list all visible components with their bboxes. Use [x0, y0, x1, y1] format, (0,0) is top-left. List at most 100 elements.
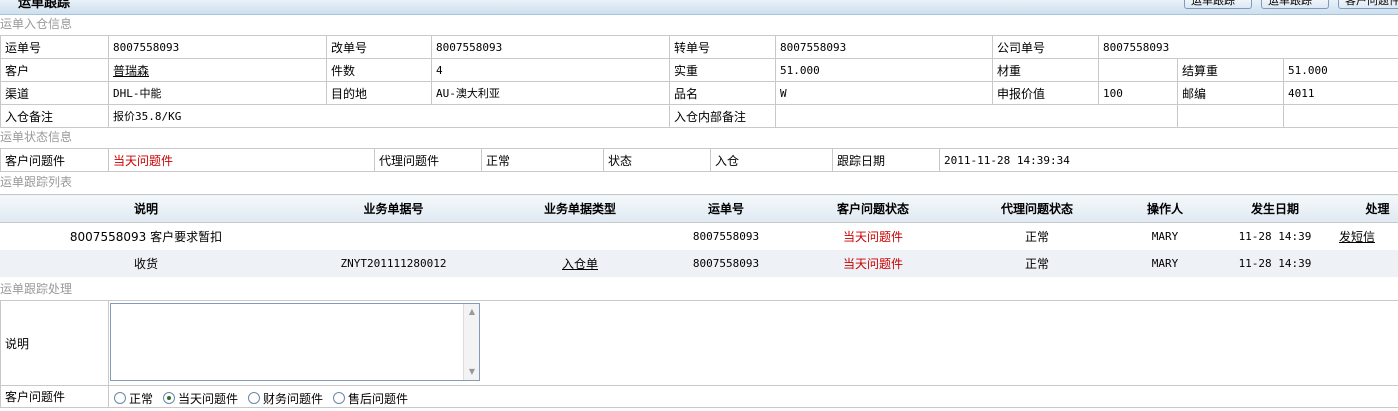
radio-label: 当天问题件: [178, 391, 239, 406]
col-action: 处理: [1335, 194, 1398, 223]
postcode-value: 4011: [1283, 81, 1398, 105]
declared-label: 申报价值: [992, 81, 1099, 105]
row-desc: 8007558093 客户要求暂扣: [69, 229, 223, 244]
agent-issue-label: 代理问题件: [374, 148, 482, 172]
section-inbound-label: 运单入仓信息: [0, 17, 73, 31]
channel-label: 渠道: [0, 81, 109, 105]
process-desc-label: 说明: [0, 300, 109, 386]
top-toolbar: 运单跟踪 运单跟踪 运单跟踪 客户问题件: [0, 0, 1398, 15]
radio-after-sales-issue[interactable]: 售后问题件: [333, 390, 408, 407]
tracking-table: 说明 业务单据号 业务单据类型 运单号 客户问题状态 代理问题状态 操作人 发生…: [0, 194, 1398, 277]
col-date: 发生日期: [1215, 194, 1335, 223]
tracking-header-row: 说明 业务单据号 业务单据类型 运单号 客户问题状态 代理问题状态 操作人 发生…: [0, 194, 1398, 223]
customer-issue-label: 客户问题件: [0, 148, 109, 172]
volume-weight-value: [1098, 58, 1178, 82]
row-waybill: 8007558093: [692, 229, 760, 243]
scroll-down-arrow-icon[interactable]: ▼: [466, 366, 478, 378]
section-process-label: 运单跟踪处理: [0, 282, 73, 296]
company-label: 公司单号: [992, 35, 1099, 59]
remark-value: 报价35.8/KG: [108, 104, 670, 128]
waybill-value: 8007558093: [108, 35, 327, 59]
col-cust-status: 客户问题状态: [787, 194, 959, 223]
row-cust-status: 当天问题件: [842, 229, 903, 244]
radio-circle-icon[interactable]: [163, 392, 176, 404]
empty-cell: [1283, 104, 1398, 128]
radio-circle-icon[interactable]: [114, 392, 126, 404]
section-status-label: 运单状态信息: [0, 130, 73, 144]
changed-label: 改单号: [326, 35, 432, 59]
radio-label: 售后问题件: [348, 391, 409, 406]
volume-weight-label: 材重: [992, 58, 1099, 82]
state-value: 入仓: [710, 148, 833, 172]
product-label: 品名: [669, 81, 776, 105]
channel-value: DHL-中能: [108, 81, 327, 105]
status-info-table: 客户问题件 当天问题件 代理问题件 正常 状态 入仓 跟踪日期 2011-11-…: [0, 148, 1398, 172]
radio-circle-icon[interactable]: [248, 392, 261, 404]
col-doc-type: 业务单据类型: [495, 194, 665, 223]
pieces-label: 件数: [326, 58, 432, 82]
radio-same-day-issue[interactable]: 当天问题件: [163, 390, 238, 407]
col-doc-no: 业务单据号: [292, 194, 495, 223]
transfer-label: 转单号: [669, 35, 776, 59]
declared-value: 100: [1098, 81, 1178, 105]
remark-label: 入仓备注: [0, 104, 109, 128]
actual-weight-value: 51.000: [775, 58, 993, 82]
customer-issue-button[interactable]: 客户问题件: [1338, 0, 1398, 9]
radio-normal[interactable]: 正常: [114, 390, 153, 407]
agent-issue-value: 正常: [481, 148, 604, 172]
section-tracking-label: 运单跟踪列表: [0, 175, 73, 189]
waybill-label: 运单号: [0, 35, 109, 59]
postcode-label: 邮编: [1177, 81, 1284, 105]
col-operator: 操作人: [1115, 194, 1215, 223]
textarea-scrollbar[interactable]: ▲ ▼: [463, 304, 479, 380]
row-operator: MARY: [1115, 249, 1215, 277]
row-doc-no: [292, 223, 495, 250]
internal-remark-value: [775, 104, 1178, 128]
row-doc-type: [495, 223, 665, 250]
customer-issue-value: 当天问题件: [108, 148, 375, 172]
row-doc-no: ZNYT201111280012: [292, 249, 495, 277]
col-agent-status: 代理问题状态: [959, 194, 1115, 223]
row-operator: MARY: [1151, 229, 1179, 243]
row-agent-status: 正常: [1024, 229, 1049, 244]
send-sms-link[interactable]: 发短信: [1339, 230, 1375, 244]
track-date-value: 2011-11-28 14:39:34: [939, 148, 1398, 172]
radio-label: 正常: [129, 391, 154, 406]
destination-label: 目的地: [326, 81, 432, 105]
charge-weight-label: 结算重: [1177, 58, 1284, 82]
row-cust-status: 当天问题件: [787, 249, 959, 277]
row-desc: 收货: [0, 249, 292, 277]
row-date: 11-28 14:39: [1215, 249, 1335, 277]
track-button-1[interactable]: 运单跟踪: [1184, 0, 1252, 9]
pieces-value: 4: [431, 58, 670, 82]
scroll-up-arrow-icon[interactable]: ▲: [466, 306, 478, 318]
doc-type-link[interactable]: 入仓单: [562, 257, 598, 271]
internal-remark-label: 入仓内部备注: [669, 104, 776, 128]
destination-value: AU-澳大利亚: [431, 81, 670, 105]
radio-finance-issue[interactable]: 财务问题件: [248, 390, 323, 407]
customer-issue-radio-group: 正常 当天问题件 财务问题件 售后问题件: [114, 390, 418, 406]
col-waybill: 运单号: [665, 194, 787, 223]
process-issue-label: 客户问题件: [0, 385, 109, 408]
track-button-2[interactable]: 运单跟踪: [1261, 0, 1329, 9]
table-row: 8007558093 客户要求暂扣 8007558093 当天问题件 正常 MA…: [0, 223, 1398, 250]
page-title: 运单跟踪: [18, 0, 71, 11]
charge-weight-value: 51.000: [1283, 58, 1398, 82]
changed-value: 8007558093: [431, 35, 670, 59]
radio-label: 财务问题件: [263, 391, 324, 406]
process-desc-textarea[interactable]: [110, 303, 480, 381]
radio-circle-icon[interactable]: [333, 392, 346, 404]
customer-link[interactable]: 普瑞森: [113, 64, 149, 78]
transfer-value: 8007558093: [775, 35, 993, 59]
track-date-label: 跟踪日期: [832, 148, 940, 172]
row-waybill: 8007558093: [665, 249, 787, 277]
inbound-info-table: 运单号 8007558093 改单号 8007558093 转单号 800755…: [0, 35, 1398, 128]
row-date: 11-28 14:39: [1238, 229, 1312, 243]
row-agent-status: 正常: [959, 249, 1115, 277]
empty-cell: [1177, 104, 1284, 128]
col-desc: 说明: [0, 194, 292, 223]
table-row: 收货 ZNYT201111280012 入仓单 8007558093 当天问题件…: [0, 249, 1398, 277]
product-value: W: [775, 81, 993, 105]
customer-label: 客户: [0, 58, 109, 82]
actual-weight-label: 实重: [669, 58, 776, 82]
